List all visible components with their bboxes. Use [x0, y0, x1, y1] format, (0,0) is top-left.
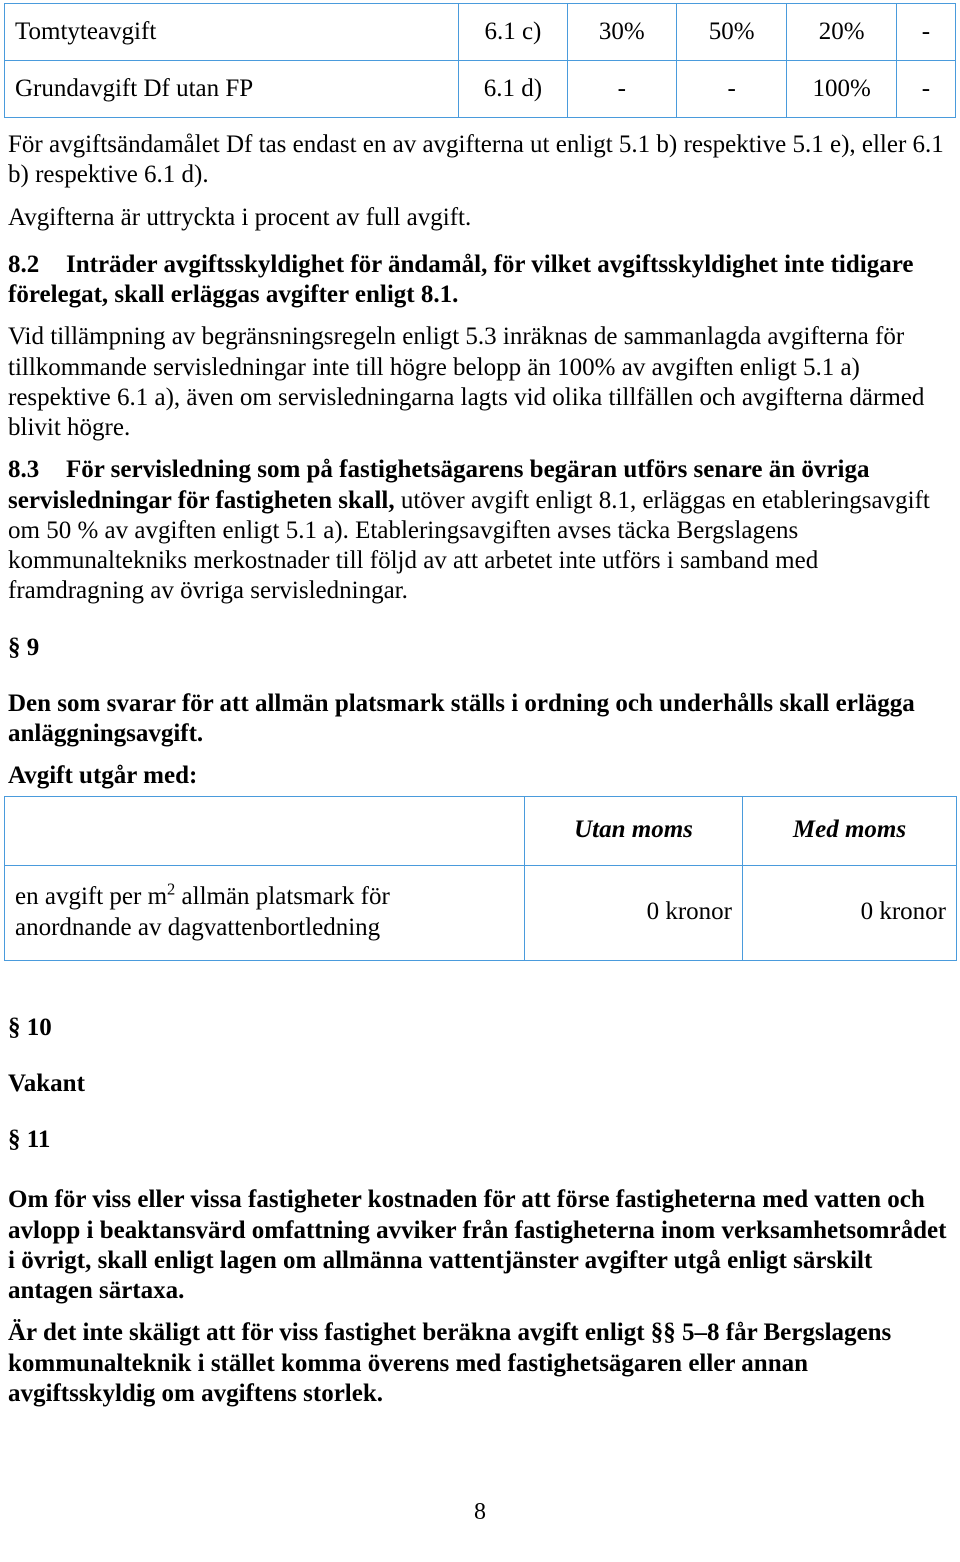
- clause-8-2-body: Vid tillämpning av begränsningsregeln en…: [8, 323, 925, 441]
- fee-row-col1: 30%: [566, 3, 677, 61]
- clause-8-2-heading: 8.2 Inträder avgiftsskyldighet för ändamå…: [4, 250, 956, 311]
- table-note-1: För avgiftsändamålet Df tas endast en av…: [8, 131, 944, 189]
- fee-row-col3: 100%: [786, 60, 897, 118]
- fee-matrix-table: Tomtyteavgift 6.1 c) 30% 50% 20% - Grund…: [3, 3, 957, 118]
- fee-row-col1: -: [566, 60, 677, 118]
- fee-row-ref: 6.1 c): [458, 3, 568, 61]
- table-note-2: Avgifterna är uttryckta i procent av ful…: [8, 203, 472, 231]
- platsmark-fee-table: Utan moms Med moms en avgift per m2 allm…: [4, 795, 957, 961]
- fee-row-col3: 20%: [786, 3, 897, 61]
- fee-row-col4: -: [895, 3, 957, 61]
- fee-row-label: Grundavgift Df utan FP: [3, 60, 460, 118]
- clause-8-2-bold-text: Inträder avgiftsskyldighet för ändamål, …: [8, 250, 914, 308]
- section-11-heading: § 11: [8, 1126, 51, 1153]
- section-10-body: Vakant: [8, 1069, 85, 1097]
- section-11-paragraph-2: Är det inte skäligt att för viss fastigh…: [8, 1319, 892, 1407]
- clause-8-3-number: 8.3: [8, 456, 40, 484]
- page-number: 8: [474, 1499, 486, 1525]
- fee-row-col2: -: [675, 60, 788, 118]
- section-9-heading: § 9: [8, 633, 40, 661]
- platsmark-desc-line1: en avgift per m: [15, 883, 168, 910]
- document-page: Tomtyteavgift 6.1 c) 30% 50% 20% - Grund…: [0, 3, 960, 1562]
- clause-8-2-number: 8.2: [8, 250, 40, 278]
- clause-8-3: 8.3 För servisledning som på fastighetsäg…: [4, 455, 956, 606]
- section-11-paragraph-1: Om för viss eller vissa fastigheter kost…: [8, 1186, 947, 1304]
- fee-row-col4: -: [895, 60, 957, 118]
- platsmark-row-with-vat: 0 kronor: [742, 864, 957, 961]
- platsmark-header-with-vat: Med moms: [742, 795, 957, 866]
- section-9-fee-intro: Avgift utgår med:: [8, 762, 198, 790]
- section-9-paragraph: Den som svarar för att allmän platsmark …: [8, 689, 915, 747]
- fee-row-ref: 6.1 d): [458, 60, 568, 118]
- platsmark-header-blank: [4, 795, 525, 866]
- platsmark-row-description: en avgift per m2 allmän platsmark för ano…: [4, 864, 525, 961]
- fee-row-label: Tomtyteavgift: [3, 3, 460, 61]
- platsmark-header-without-vat: Utan moms: [524, 795, 743, 866]
- platsmark-row-without-vat: 0 kronor: [524, 864, 743, 961]
- fee-row-col2: 50%: [675, 3, 788, 61]
- table-header-row: Utan moms Med moms: [4, 795, 957, 866]
- platsmark-desc-line2: anordnande av dagvattenbortledning: [15, 913, 381, 941]
- section-10-heading: § 10: [8, 1013, 52, 1041]
- platsmark-desc-line1-tail: allmän platsmark för: [175, 883, 390, 910]
- table-row: en avgift per m2 allmän platsmark för ano…: [4, 864, 957, 961]
- table-row: Grundavgift Df utan FP 6.1 d) - - 100% -: [3, 60, 957, 118]
- table-row: Tomtyteavgift 6.1 c) 30% 50% 20% -: [3, 3, 957, 61]
